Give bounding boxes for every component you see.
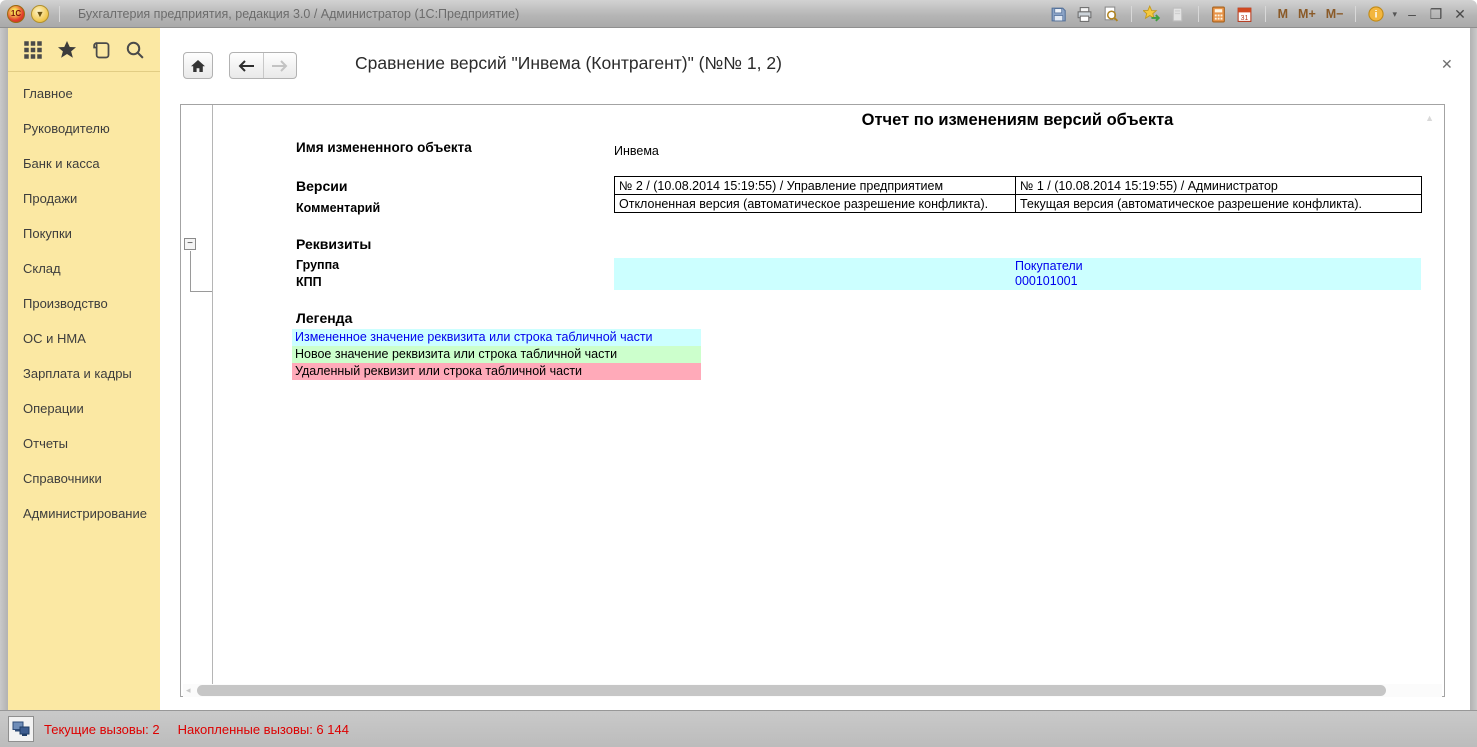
close-window-button[interactable]: ✕ (1451, 6, 1469, 23)
app-window: 1С ▼ Бухгалтерия предприятия, редакция 3… (0, 0, 1477, 747)
arrow-left-icon (237, 59, 255, 73)
legend-changed-row: Измененное значение реквизита или строка… (292, 329, 701, 346)
info-dropdown-caret-icon[interactable]: ▾ (1392, 9, 1397, 20)
maximize-button[interactable]: ❒ (1427, 6, 1445, 23)
sidebar-item-bank-i-kassa[interactable]: Банк и касса (8, 146, 160, 181)
sidebar-item-rukovoditelyu[interactable]: Руководителю (8, 111, 160, 146)
home-button[interactable] (183, 52, 213, 79)
separator (1198, 6, 1199, 22)
sidebar-item-prodazhi[interactable]: Продажи (8, 181, 160, 216)
sidebar-item-sklad[interactable]: Склад (8, 251, 160, 286)
sidebar-item-pokupki[interactable]: Покупки (8, 216, 160, 251)
arrow-right-icon (271, 59, 289, 73)
current-calls-text: Текущие вызовы: 2 (44, 722, 160, 737)
add-favorite-icon[interactable] (1142, 4, 1162, 24)
print-preview-icon[interactable] (1101, 4, 1121, 24)
calculator-icon[interactable] (1209, 4, 1229, 24)
calendar-icon[interactable]: 31 (1235, 4, 1255, 24)
minimize-button[interactable]: – (1403, 6, 1421, 22)
sidebar-item-operacii[interactable]: Операции (8, 391, 160, 426)
sidebar-item-os-i-nma[interactable]: ОС и НМА (8, 321, 160, 356)
comment-1-cell: Текущая версия (автоматическое разрешени… (1016, 195, 1422, 213)
versions-label: Версии (296, 178, 347, 194)
scroll-up-hint-icon: ▲ (1425, 113, 1434, 123)
menu-grid-icon[interactable] (22, 39, 44, 61)
version-2-cell: № 2 / (10.08.2014 15:19:55) / Управление… (615, 177, 1016, 195)
memory-recall-button[interactable]: M (1276, 7, 1290, 21)
info-icon[interactable]: i (1366, 4, 1386, 24)
save-icon[interactable] (1049, 4, 1069, 24)
attributes-label: Реквизиты (296, 236, 371, 252)
link-icon[interactable] (1168, 4, 1188, 24)
app-logo-1c: 1С (7, 5, 25, 23)
separator (59, 6, 60, 22)
section-sidebar: Главное Руководителю Банк и касса Продаж… (8, 28, 160, 710)
versions-table: № 2 / (10.08.2014 15:19:55) / Управление… (614, 176, 1422, 213)
table-row: Отклоненная версия (автоматическое разре… (615, 195, 1422, 213)
memory-add-button[interactable]: M+ (1296, 7, 1318, 21)
scroll-left-arrow-icon[interactable]: ◂ (186, 685, 191, 696)
collapse-group-button[interactable]: − (184, 238, 196, 250)
sidebar-toolbar (8, 28, 160, 72)
print-icon[interactable] (1075, 4, 1095, 24)
status-bar: Текущие вызовы: 2 Накопленные вызовы: 6 … (0, 710, 1477, 747)
forward-button[interactable] (263, 53, 296, 78)
form-close-icon[interactable]: ✕ (1441, 56, 1453, 73)
sidebar-item-glavnoe[interactable]: Главное (8, 76, 160, 111)
table-row: № 2 / (10.08.2014 15:19:55) / Управление… (615, 177, 1422, 195)
form-title: Сравнение версий "Инвема (Контрагент)" (… (355, 53, 782, 74)
memory-subtract-button[interactable]: M− (1324, 7, 1346, 21)
home-icon (190, 58, 206, 74)
sidebar-item-proizvodstvo[interactable]: Производство (8, 286, 160, 321)
group-bracket (190, 291, 212, 292)
attribute-kpp-value: 000101001 (1015, 274, 1078, 288)
group-gutter-divider (212, 105, 213, 696)
group-bracket (190, 251, 191, 291)
attribute-group-label: Группа (296, 258, 339, 272)
attribute-group-value: Покупатели (1015, 259, 1083, 273)
comment-2-cell: Отклоненная версия (автоматическое разре… (615, 195, 1016, 213)
window-titlebar: 1С ▼ Бухгалтерия предприятия, редакция 3… (0, 0, 1477, 28)
horizontal-scrollbar-thumb[interactable] (197, 685, 1386, 696)
legend-label: Легенда (296, 310, 352, 326)
object-name-label: Имя измененного объекта (296, 140, 472, 155)
attribute-kpp-label: КПП (296, 275, 322, 289)
separator (1265, 6, 1266, 22)
sidebar-item-administrirovanie[interactable]: Администрирование (8, 496, 160, 531)
report-spreadsheet-panel: − ▲ Отчет по изменениям версий объекта И… (180, 104, 1445, 697)
call-statistics: Текущие вызовы: 2 Накопленные вызовы: 6 … (44, 722, 349, 737)
sidebar-item-otchety[interactable]: Отчеты (8, 426, 160, 461)
object-name-value: Инвема (614, 144, 659, 158)
sidebar-item-zarplata-i-kadry[interactable]: Зарплата и кадры (8, 356, 160, 391)
legend-new-row: Новое значение реквизита или строка табл… (292, 346, 701, 363)
report-title: Отчет по изменениям версий объекта (614, 111, 1421, 130)
navigation-history-group (229, 52, 297, 79)
performance-indicators-icon[interactable] (8, 716, 34, 742)
history-icon[interactable] (90, 39, 112, 61)
main-menu-dropdown-icon[interactable]: ▼ (31, 5, 49, 23)
window-title: Бухгалтерия предприятия, редакция 3.0 / … (78, 7, 519, 21)
window-left-edge (0, 28, 8, 710)
svg-text:i: i (1375, 10, 1378, 21)
legend-deleted-row: Удаленный реквизит или строка табличной … (292, 363, 701, 380)
favorites-star-icon[interactable] (56, 39, 78, 61)
sidebar-item-spravochniki[interactable]: Справочники (8, 461, 160, 496)
accumulated-calls-text: Накопленные вызовы: 6 144 (178, 722, 349, 737)
horizontal-scrollbar[interactable]: ◂ (183, 684, 1442, 697)
separator (1131, 6, 1132, 22)
window-right-edge (1470, 28, 1477, 710)
comment-label: Комментарий (296, 201, 380, 215)
sidebar-sections: Главное Руководителю Банк и касса Продаж… (8, 72, 160, 531)
version-1-cell: № 1 / (10.08.2014 15:19:55) / Администра… (1016, 177, 1422, 195)
calendar-day: 31 (1241, 14, 1249, 21)
search-icon[interactable] (124, 39, 146, 61)
separator (1355, 6, 1356, 22)
changed-values-highlight: Покупатели 000101001 (614, 258, 1421, 290)
back-button[interactable] (230, 53, 263, 78)
